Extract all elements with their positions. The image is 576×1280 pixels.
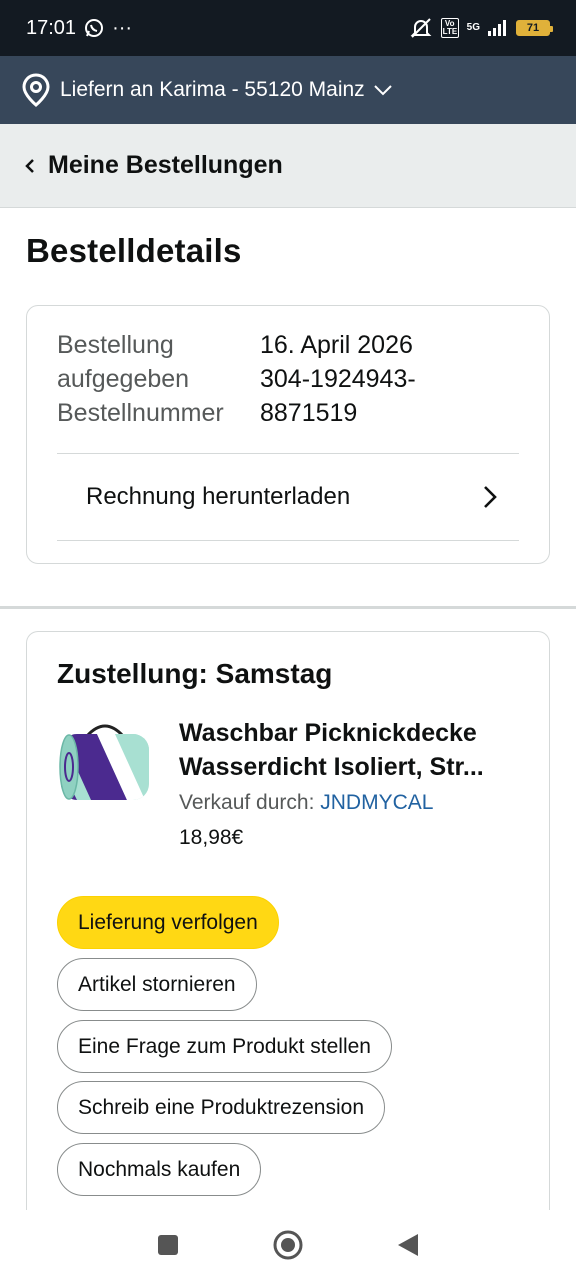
volte-badge: Vo LTE xyxy=(440,18,459,38)
order-placed-value: 16. April 2026 xyxy=(260,331,413,359)
nav-home-icon[interactable] xyxy=(272,1229,304,1261)
product-title-line1: Waschbar Picknickdecke xyxy=(179,719,477,747)
order-info-card: Bestellung 16. April 2026 aufgegeben 304… xyxy=(26,305,550,564)
order-placed-label: Bestellung xyxy=(57,328,260,362)
status-bar: 17:01 ··· Vo LTE 5G 71 xyxy=(0,0,576,56)
whatsapp-icon xyxy=(85,19,104,37)
delivery-location-bar[interactable]: Liefern an Karima - 55120 Mainz xyxy=(0,56,576,124)
order-number-label: Bestellnummer xyxy=(57,399,224,427)
signal-icon xyxy=(488,20,506,36)
order-number-value-line1: 304-1924943- xyxy=(260,365,416,393)
back-to-orders[interactable]: Meine Bestellungen xyxy=(0,124,576,208)
back-label: Meine Bestellungen xyxy=(48,151,283,179)
divider xyxy=(57,540,519,541)
section-separator xyxy=(0,606,576,609)
silent-icon xyxy=(410,18,432,38)
seller-prefix: Verkauf durch: xyxy=(179,791,321,814)
order-info-table: Bestellung 16. April 2026 aufgegeben 304… xyxy=(57,328,416,430)
status-time: 17:01 xyxy=(26,16,77,39)
cancel-item-button[interactable]: Artikel stornieren xyxy=(57,958,257,1011)
write-review-button[interactable]: Schreib eine Produktrezension xyxy=(57,1081,386,1134)
ask-question-button[interactable]: Eine Frage zum Produkt stellen xyxy=(57,1020,392,1073)
shipment-card: Zustellung: Samstag Waschbar Picknickdec… xyxy=(26,631,550,1231)
nav-recents-icon[interactable] xyxy=(156,1233,180,1257)
track-delivery-button[interactable]: Lieferung verfolgen xyxy=(57,896,279,949)
chevron-left-icon xyxy=(25,158,34,173)
product-image[interactable] xyxy=(57,718,153,810)
product-title[interactable]: Waschbar Picknickdecke Wasserdicht Isoli… xyxy=(179,716,529,784)
chevron-right-icon xyxy=(484,486,497,508)
seller-info: Verkauf durch: JNDMYCAL xyxy=(179,791,433,815)
order-placed-label-line1: Bestellung xyxy=(57,331,174,359)
status-more: ··· xyxy=(112,16,133,39)
delivery-heading: Zustellung: Samstag xyxy=(57,658,333,689)
system-navigation-bar xyxy=(0,1210,576,1280)
order-placed-label-cont: aufgegeben xyxy=(57,365,190,393)
order-number-value-line2: 8871519 xyxy=(260,399,358,427)
buy-again-button[interactable]: Nochmals kaufen xyxy=(57,1143,262,1196)
download-invoice-row[interactable]: Rechnung herunterladen xyxy=(57,454,519,540)
product-title-line2: Wasserdicht Isoliert, Str... xyxy=(179,753,484,781)
download-invoice-label: Rechnung herunterladen xyxy=(86,483,351,510)
network-badge: 5G xyxy=(466,22,480,33)
seller-link[interactable]: JNDMYCAL xyxy=(320,791,433,814)
chevron-down-icon xyxy=(373,85,392,96)
product-price: 18,98€ xyxy=(179,826,244,849)
nav-back-icon[interactable] xyxy=(396,1232,420,1258)
location-pin-icon xyxy=(22,73,50,107)
page-title: Bestelldetails xyxy=(26,232,242,269)
delivery-location-text: Liefern an Karima - 55120 Mainz xyxy=(60,78,365,101)
battery-icon: 71 xyxy=(516,20,553,36)
